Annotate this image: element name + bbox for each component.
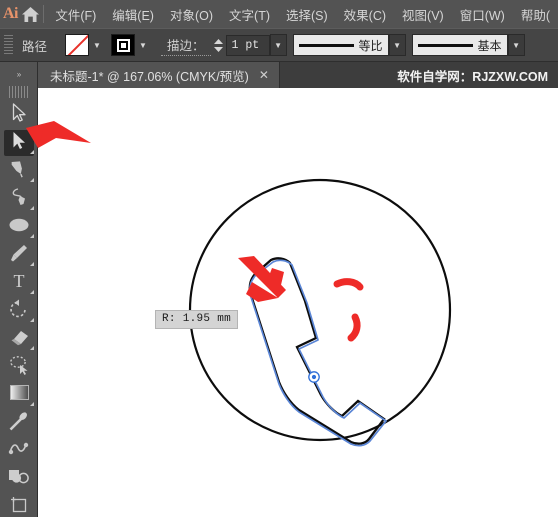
menu-divider — [42, 5, 44, 23]
close-icon[interactable]: ✕ — [259, 68, 269, 82]
flyout-corner-icon — [30, 346, 34, 350]
sidebar-item-eyedropper-tool[interactable] — [0, 409, 38, 437]
flyout-corner-icon — [30, 206, 34, 210]
stroke-profile-select[interactable]: 等比 — [292, 34, 389, 56]
sidebar-item-direct-selection-tool[interactable] — [0, 129, 38, 157]
sidebar-item-blend-tool[interactable] — [0, 437, 38, 465]
illustrator-window: Ai 文件(F) 编辑(E) 对象(O) 文字(T) 选择(S) 效果(C) 视… — [0, 0, 558, 517]
stroke-chevron-down-icon[interactable]: ▼ — [135, 34, 151, 56]
sidebar-item-pen-tool[interactable] — [0, 157, 38, 185]
fill-swatch[interactable] — [65, 34, 90, 56]
menu-bar: Ai 文件(F) 编辑(E) 对象(O) 文字(T) 选择(S) 效果(C) 视… — [0, 0, 558, 28]
tool-panel-grip[interactable] — [9, 86, 28, 98]
stroke-weight-label[interactable]: 描边： — [161, 35, 211, 56]
menu-item-object[interactable]: 对象(O) — [162, 1, 221, 28]
flyout-corner-icon — [30, 290, 34, 294]
sidebar-item-paintbrush-tool[interactable] — [0, 241, 38, 269]
artboard-canvas[interactable]: R: 1.95 mm — [38, 88, 558, 517]
menu-item-view[interactable]: 视图(V) — [394, 1, 452, 28]
menu-item-help[interactable]: 帮助( — [513, 1, 558, 28]
curvature-pen-icon — [10, 187, 29, 212]
stroke-weight-input[interactable]: 1 pt — [225, 34, 270, 56]
artboard-icon — [9, 495, 29, 517]
document-tab-bar: 未标题-1* @ 167.06% (CMYK/预览) ✕ 软件自学网：RJZXW… — [0, 62, 558, 88]
menu-item-type[interactable]: 文字(T) — [221, 1, 278, 28]
sidebar-item-ellipse-tool[interactable] — [0, 213, 38, 241]
document-tab[interactable]: 未标题-1* @ 167.06% (CMYK/预览) ✕ — [38, 62, 280, 88]
menu-item-list: 文件(F) 编辑(E) 对象(O) 文字(T) 选择(S) 效果(C) 视图(V… — [47, 1, 558, 28]
flyout-corner-icon — [30, 234, 34, 238]
menu-item-window[interactable]: 窗口(W) — [452, 1, 513, 28]
gradient-icon — [9, 384, 30, 406]
brush-preview-line — [417, 43, 473, 47]
pen-nib-icon — [10, 159, 28, 184]
corner-highlight-top — [333, 278, 364, 291]
svg-text:T: T — [14, 271, 25, 290]
flyout-corner-icon — [30, 262, 34, 266]
phone-handset-black-path — [248, 257, 386, 445]
flyout-corner-icon — [30, 150, 34, 154]
watermark-text: 软件自学网：RJZXW.COM — [397, 69, 548, 84]
fill-chevron-down-icon[interactable]: ▼ — [89, 34, 105, 56]
brush-chevron-down-icon[interactable]: ▼ — [507, 34, 525, 56]
menu-item-edit[interactable]: 编辑(E) — [104, 1, 162, 28]
eraser-icon — [9, 328, 30, 351]
ellipse-icon — [8, 217, 30, 238]
radius-measurement-tooltip: R: 1.95 mm — [155, 310, 239, 329]
menu-item-effect[interactable]: 效果(C) — [336, 1, 394, 28]
corner-highlight-right — [347, 313, 361, 342]
control-bar: 路径 ▼ ▼ 描边： 1 pt ▼ 等比 ▼ 基本 ▼ — [0, 28, 558, 62]
type-t-icon: T — [10, 271, 28, 295]
sidebar-item-artboard-tool[interactable] — [0, 493, 38, 517]
sidebar-item-eraser-tool[interactable] — [0, 325, 38, 353]
profile-label: 等比 — [358, 38, 383, 53]
direct-arrow-icon — [12, 131, 27, 155]
home-icon[interactable] — [21, 0, 41, 28]
sidebar-item-selection-tool[interactable] — [0, 101, 38, 129]
stroke-swatch[interactable] — [111, 34, 136, 56]
stroke-weight-chevron-down-icon[interactable]: ▼ — [269, 34, 287, 56]
shape-builder-icon — [8, 468, 30, 490]
stroke-weight-stepper[interactable] — [211, 34, 226, 56]
tool-panel: » T — [0, 62, 38, 517]
menu-item-select[interactable]: 选择(S) — [278, 1, 336, 28]
arrow-cursor-icon — [12, 103, 27, 127]
live-corner-widget — [308, 371, 320, 383]
eyedropper-icon — [9, 411, 29, 436]
flyout-corner-icon — [30, 318, 34, 322]
brush-definition-select[interactable]: 基本 — [411, 34, 508, 56]
lasso-select-icon — [9, 355, 30, 380]
tool-panel-collapse-icon[interactable]: » — [0, 62, 37, 86]
brush-label: 基本 — [477, 38, 502, 53]
paintbrush-icon — [9, 243, 29, 268]
sidebar-item-curvature-tool[interactable] — [0, 185, 38, 213]
flyout-corner-icon — [30, 178, 34, 182]
profile-preview-line — [298, 43, 354, 47]
artwork-svg — [188, 178, 452, 447]
sidebar-item-lasso-tool[interactable] — [0, 353, 38, 381]
rotate-icon — [9, 299, 29, 324]
control-bar-grip[interactable] — [4, 35, 13, 55]
app-logo: Ai — [2, 5, 18, 22]
sidebar-item-type-tool[interactable]: T — [0, 269, 38, 297]
flyout-corner-icon — [30, 402, 34, 406]
blend-symbol-icon — [8, 440, 30, 462]
menu-item-file[interactable]: 文件(F) — [47, 1, 104, 28]
control-context-label: 路径 — [22, 39, 48, 54]
sidebar-item-shape-builder-tool[interactable] — [0, 465, 38, 493]
document-tab-title: 未标题-1* @ 167.06% (CMYK/预览) — [50, 69, 249, 84]
profile-chevron-down-icon[interactable]: ▼ — [388, 34, 406, 56]
sidebar-item-rotate-tool[interactable] — [0, 297, 38, 325]
sidebar-item-gradient-tool[interactable] — [0, 381, 38, 409]
